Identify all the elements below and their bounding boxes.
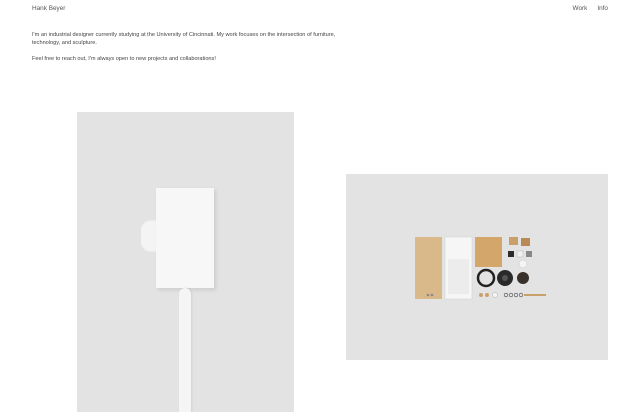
screw-2 bbox=[430, 293, 434, 297]
ring-large bbox=[476, 268, 496, 288]
site-name-link[interactable]: Hank Beyer bbox=[32, 5, 65, 12]
part-c bbox=[508, 251, 514, 257]
knob-disc bbox=[517, 272, 529, 284]
nav-work-link[interactable]: Work bbox=[573, 5, 588, 12]
top-nav: Work Info bbox=[573, 5, 608, 12]
hw-3 bbox=[492, 292, 498, 298]
speaker-pole bbox=[179, 288, 191, 412]
white-panel-inset bbox=[448, 259, 469, 294]
wood-board-right bbox=[475, 237, 502, 267]
hw-4 bbox=[503, 292, 509, 298]
project-image-components[interactable] bbox=[346, 174, 608, 360]
part-b bbox=[521, 238, 530, 246]
hw-7 bbox=[518, 292, 524, 298]
part-d bbox=[516, 250, 524, 258]
speaker-body bbox=[156, 188, 214, 288]
hw-rod bbox=[524, 294, 546, 296]
white-cap bbox=[518, 259, 528, 269]
bio: I'm an industrial designer currently stu… bbox=[32, 31, 352, 71]
screw-1 bbox=[426, 293, 430, 297]
hw-2 bbox=[485, 293, 489, 297]
bio-intro: I'm an industrial designer currently stu… bbox=[32, 32, 336, 46]
wood-board-left bbox=[415, 237, 442, 299]
components-layout bbox=[415, 236, 546, 300]
project-image-speaker[interactable] bbox=[77, 112, 294, 412]
bio-contact: Feel free to reach out, I'm always open … bbox=[32, 56, 216, 62]
part-a bbox=[509, 237, 518, 245]
driver-center bbox=[502, 275, 508, 281]
nav-info-link[interactable]: Info bbox=[597, 5, 608, 12]
hw-1 bbox=[479, 293, 483, 297]
hw-5 bbox=[508, 292, 514, 298]
page: Hank Beyer Work Info I'm an industrial d… bbox=[0, 0, 640, 412]
part-e bbox=[526, 251, 532, 257]
hw-6 bbox=[513, 292, 519, 298]
